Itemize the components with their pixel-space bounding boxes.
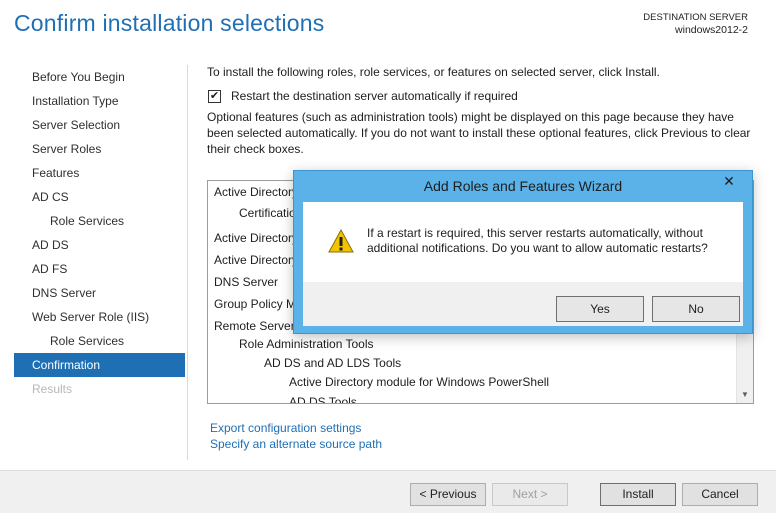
nav-item-server-roles[interactable]: Server Roles bbox=[14, 137, 185, 161]
dialog-title: Add Roles and Features Wizard bbox=[423, 178, 623, 194]
export-configuration-link[interactable]: Export configuration settings bbox=[210, 420, 382, 436]
list-item: Role Administration Tools bbox=[239, 337, 374, 351]
wizard-footer: < Previous Next > Install Cancel bbox=[0, 470, 776, 513]
list-item: Active Directory bbox=[214, 231, 299, 245]
nav-item-web-server-role[interactable]: Web Server Role (IIS) bbox=[14, 305, 185, 329]
nav-item-ad-fs[interactable]: AD FS bbox=[14, 257, 185, 281]
restart-checkbox[interactable]: ✔ bbox=[208, 89, 221, 103]
nav-item-features[interactable]: Features bbox=[14, 161, 185, 185]
yes-button[interactable]: Yes bbox=[556, 296, 644, 322]
list-item: AD DS Tools bbox=[289, 395, 357, 404]
next-button[interactable]: Next > bbox=[492, 483, 568, 506]
nav-item-results: Results bbox=[32, 382, 73, 396]
nav-item-ad-cs-role-services[interactable]: Role Services bbox=[14, 209, 185, 233]
nav-item-before-you-begin[interactable]: Before You Begin bbox=[14, 65, 185, 89]
links-section: Export configuration settings Specify an… bbox=[210, 420, 382, 452]
no-button[interactable]: No bbox=[652, 296, 740, 322]
dialog-button-bar: Yes No bbox=[303, 282, 743, 326]
navigation-divider bbox=[187, 65, 188, 460]
close-icon[interactable]: ✕ bbox=[713, 171, 745, 191]
list-item: DNS Server bbox=[214, 275, 279, 289]
previous-button[interactable]: < Previous bbox=[410, 483, 486, 506]
list-item: Active Directory module for Windows Powe… bbox=[289, 375, 550, 389]
destination-server-label: DESTINATION SERVER bbox=[643, 12, 748, 23]
nav-item-dns-server[interactable]: DNS Server bbox=[14, 281, 185, 305]
restart-checkbox-label[interactable]: Restart the destination server automatic… bbox=[231, 89, 518, 103]
destination-server-info: DESTINATION SERVER windows2012-2 bbox=[643, 11, 748, 37]
dialog-body: If a restart is required, this server re… bbox=[303, 202, 743, 326]
cancel-button[interactable]: Cancel bbox=[682, 483, 758, 506]
nav-item-ad-ds[interactable]: AD DS bbox=[14, 233, 185, 257]
install-button[interactable]: Install bbox=[600, 483, 676, 506]
list-item: Remote Server bbox=[214, 319, 295, 333]
alternate-source-path-link[interactable]: Specify an alternate source path bbox=[210, 436, 382, 452]
nav-item-ad-cs[interactable]: AD CS bbox=[14, 185, 185, 209]
restart-confirmation-dialog: Add Roles and Features Wizard ✕ If a res… bbox=[293, 170, 753, 334]
destination-server-name: windows2012-2 bbox=[675, 24, 748, 36]
nav-item-installation-type[interactable]: Installation Type bbox=[14, 89, 185, 113]
list-item: Group Policy M bbox=[214, 297, 297, 311]
intro-text: To install the following roles, role ser… bbox=[207, 65, 660, 79]
list-item: AD DS and AD LDS Tools bbox=[264, 356, 402, 370]
warning-icon bbox=[328, 229, 354, 253]
page-title: Confirm installation selections bbox=[14, 10, 325, 36]
nav-item-confirmation[interactable]: Confirmation bbox=[14, 353, 185, 377]
confirmation-content: To install the following roles, role ser… bbox=[207, 65, 762, 157]
restart-option[interactable]: ✔ Restart the destination server automat… bbox=[207, 88, 762, 104]
wizard-navigation: Before You Begin Installation Type Serve… bbox=[14, 65, 185, 401]
nav-item-server-selection[interactable]: Server Selection bbox=[14, 113, 185, 137]
scroll-down-icon[interactable]: ▼ bbox=[737, 387, 753, 403]
dialog-message: If a restart is required, this server re… bbox=[367, 226, 708, 255]
nav-item-iis-role-services[interactable]: Role Services bbox=[14, 329, 185, 353]
list-item: Active Directory bbox=[214, 185, 299, 199]
optional-features-note: Optional features (such as administratio… bbox=[207, 110, 751, 156]
list-item: Active Directory bbox=[214, 253, 299, 267]
